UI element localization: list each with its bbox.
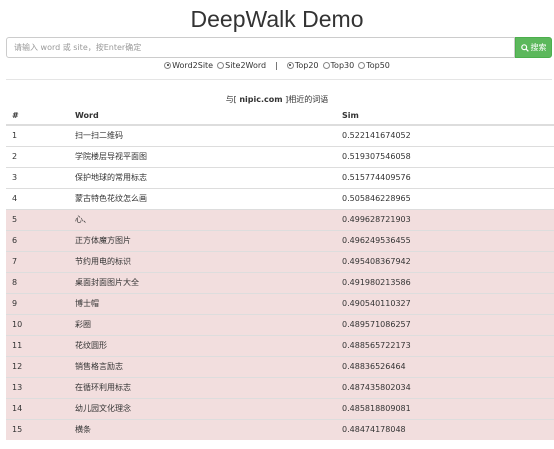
cell-sim: 0.489571086257: [336, 313, 554, 335]
table-row: 14 幼儿园文化理念 0.485818809081: [6, 397, 554, 419]
cell-sim: 0.490540110327: [336, 292, 554, 314]
radio-indicator: [164, 61, 172, 69]
cell-rank: 6: [6, 229, 69, 251]
table-row: 13 在循环利用标志 0.487435802034: [6, 376, 554, 398]
cell-word: 桌面封面图片大全: [69, 271, 336, 293]
divider: [6, 79, 552, 80]
cell-word: 博士帽: [69, 292, 336, 314]
cell-word: 花纹圆形: [69, 334, 336, 356]
table-row: 10 彩圈 0.489571086257: [6, 313, 554, 335]
mode-site2word-radio[interactable]: Site2Word: [217, 61, 266, 70]
cell-word: 在循环利用标志: [69, 376, 336, 398]
cell-rank: 14: [6, 397, 69, 419]
cell-sim: 0.519307546058: [336, 145, 554, 167]
table-header-row: # Word Sim: [6, 107, 554, 126]
cell-sim: 0.488565722173: [336, 334, 554, 356]
column-header-rank: #: [6, 107, 69, 126]
cell-rank: 9: [6, 292, 69, 314]
page-title: DeepWalk Demo: [190, 6, 364, 32]
cell-rank: 15: [6, 418, 69, 440]
cell-sim: 0.505846228965: [336, 187, 554, 209]
cell-sim: 0.496249536455: [336, 229, 554, 251]
cell-word: 正方体魔方图片: [69, 229, 336, 251]
table-row: 8 桌面封面图片大全 0.491980213586: [6, 271, 554, 293]
cell-word: 扫一扫二维码: [69, 124, 336, 146]
cell-rank: 5: [6, 208, 69, 230]
table-row: 9 博士帽 0.490540110327: [6, 292, 554, 314]
table-row: 1 扫一扫二维码 0.522141674052: [6, 124, 554, 146]
cell-word: 幼儿园文化理念: [69, 397, 336, 419]
table-row: 4 蒙古特色花纹怎么画 0.505846228965: [6, 187, 554, 209]
cell-rank: 8: [6, 271, 69, 293]
cell-word: 节约用电的标识: [69, 250, 336, 272]
cell-sim: 0.48474178048: [336, 418, 554, 440]
cell-rank: 2: [6, 145, 69, 167]
table-row: 15 横条 0.48474178048: [6, 418, 554, 440]
cell-sim: 0.495408367942: [336, 250, 554, 272]
option-separator: |: [275, 60, 278, 70]
cell-word: 销售格言励志: [69, 355, 336, 377]
radio-indicator: [358, 61, 366, 69]
table-row: 7 节约用电的标识 0.495408367942: [6, 250, 554, 272]
cell-word: 心、: [69, 208, 336, 230]
cell-rank: 13: [6, 376, 69, 398]
radio-indicator: [217, 61, 225, 69]
results-table: # Word Sim 1 扫一扫二维码 0.522141674052 2 学院楼层导视平…: [6, 107, 554, 440]
cell-rank: 10: [6, 313, 69, 335]
cell-sim: 0.485818809081: [336, 397, 554, 419]
search-input[interactable]: [6, 37, 515, 58]
cell-rank: 3: [6, 166, 69, 188]
query-term: nipic.com: [239, 95, 283, 104]
top20-radio[interactable]: Top20: [286, 61, 319, 70]
cell-rank: 4: [6, 187, 69, 209]
cell-rank: 7: [6, 250, 69, 272]
cell-word: 学院楼层导视平面图: [69, 145, 336, 167]
table-row: 5 心、 0.499628721903: [6, 208, 554, 230]
search-button-label: 搜索: [530, 43, 547, 52]
cell-word: 横条: [69, 418, 336, 440]
search-options: Word2Site Site2Word | Top20 Top30 Top50: [0, 59, 554, 71]
cell-sim: 0.491980213586: [336, 271, 554, 293]
cell-sim: 0.499628721903: [336, 208, 554, 230]
cell-sim: 0.515774409576: [336, 166, 554, 188]
top30-radio[interactable]: Top30: [322, 61, 354, 70]
search-button[interactable]: 搜索: [515, 37, 552, 58]
cell-word: 彩圈: [69, 313, 336, 335]
table-row: 2 学院楼层导视平面图 0.519307546058: [6, 145, 554, 167]
top50-radio[interactable]: Top50: [358, 61, 390, 70]
results-caption: 与[ nipic.com ]相近的词语: [225, 95, 329, 104]
cell-word: 保护地球的常用标志: [69, 166, 336, 188]
table-row: 6 正方体魔方图片 0.496249536455: [6, 229, 554, 251]
table-row: 12 销售格言励志 0.48836526464: [6, 355, 554, 377]
column-header-word: Word: [69, 107, 336, 126]
cell-rank: 12: [6, 355, 69, 377]
search-icon: [520, 43, 529, 52]
search-bar: 搜索: [6, 37, 552, 58]
table-row: 3 保护地球的常用标志 0.515774409576: [6, 166, 554, 188]
mode-word2site-radio[interactable]: Word2Site: [164, 61, 213, 70]
cell-sim: 0.487435802034: [336, 376, 554, 398]
cell-rank: 11: [6, 334, 69, 356]
cell-word: 蒙古特色花纹怎么画: [69, 187, 336, 209]
cell-rank: 1: [6, 124, 69, 146]
table-row: 11 花纹圆形 0.488565722173: [6, 334, 554, 356]
cell-sim: 0.48836526464: [336, 355, 554, 377]
radio-indicator: [322, 61, 330, 69]
radio-indicator: [286, 61, 294, 69]
cell-sim: 0.522141674052: [336, 124, 554, 146]
column-header-sim: Sim: [336, 107, 554, 126]
